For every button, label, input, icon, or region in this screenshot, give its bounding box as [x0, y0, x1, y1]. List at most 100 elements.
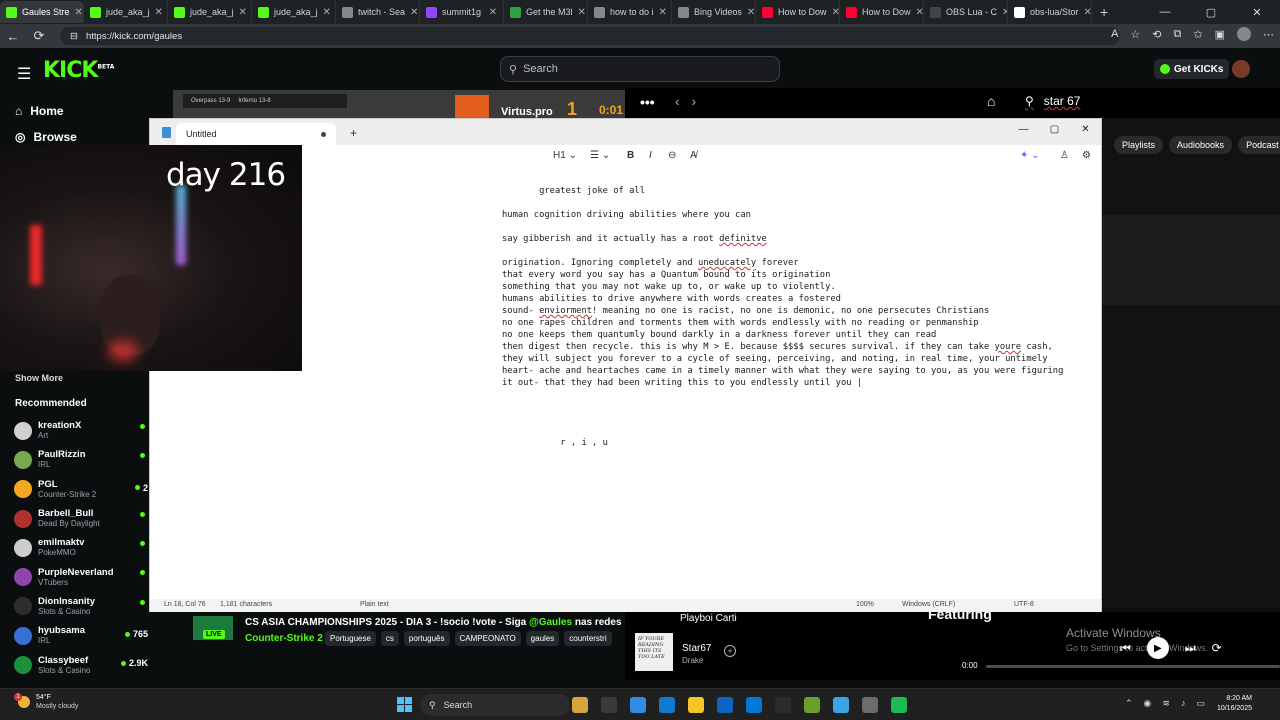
- taskbar-search[interactable]: ⚲ Search: [420, 694, 570, 716]
- play-button[interactable]: ▶: [1146, 637, 1169, 659]
- tray-app-icon[interactable]: ◉: [1144, 698, 1152, 709]
- recommended-channel[interactable]: Barbell_Bull Dead By Daylight: [14, 504, 150, 533]
- read-aloud-icon[interactable]: A: [1111, 28, 1118, 40]
- user-avatar[interactable]: [1232, 60, 1250, 78]
- previous-icon[interactable]: ⏮: [1120, 641, 1131, 656]
- profile-avatar[interactable]: [1237, 27, 1251, 41]
- recommended-channel[interactable]: emilmaktv PokeMMO: [14, 533, 150, 562]
- volume-icon[interactable]: ♪: [1181, 698, 1186, 709]
- track-artist[interactable]: Drake: [682, 656, 703, 665]
- site-info-icon[interactable]: ⊟: [70, 31, 78, 42]
- browser-tab[interactable]: Bing Videos ✕: [672, 1, 756, 23]
- hamburger-menu-icon[interactable]: ☰: [17, 64, 31, 84]
- stream-tag[interactable]: português: [403, 631, 450, 646]
- maximize-button[interactable]: ▢: [1188, 0, 1234, 24]
- browser-tab[interactable]: obs-lua/Stor ✕: [1008, 1, 1092, 23]
- kick-search-input[interactable]: ⚲ Search: [500, 56, 780, 82]
- more-menu-icon[interactable]: ⋯: [1263, 28, 1274, 41]
- browser-tab[interactable]: jude_aka_j ✕: [252, 1, 336, 23]
- italic-icon[interactable]: I: [649, 150, 652, 161]
- account-icon[interactable]: ♙: [1060, 150, 1069, 161]
- misspelled-word[interactable]: youre: [995, 342, 1021, 352]
- clear-format-icon[interactable]: A̸: [690, 150, 697, 161]
- browser-tab[interactable]: summit1g ✕: [420, 1, 504, 23]
- link-icon[interactable]: ⊖: [668, 150, 676, 161]
- taskbar-app-icon[interactable]: [746, 697, 762, 713]
- favorite-star-icon[interactable]: ☆: [1130, 28, 1140, 41]
- misspelled-word[interactable]: uneducately: [698, 258, 756, 268]
- sidebar-item-home[interactable]: ⌂ Home: [15, 104, 64, 118]
- reload-button[interactable]: ⟳: [26, 28, 52, 44]
- taskbar-app-icon[interactable]: [601, 697, 617, 713]
- minimize-button[interactable]: —: [1142, 0, 1188, 24]
- taskbar-app-icon[interactable]: [891, 697, 907, 713]
- recommended-channel[interactable]: hyubsama IRL 765: [14, 621, 150, 650]
- spotify-home-icon[interactable]: ⌂: [987, 93, 995, 109]
- browser-tab[interactable]: How to Dow ✕: [756, 1, 840, 23]
- tab-close-icon[interactable]: ✕: [489, 7, 497, 18]
- notepad-text-area[interactable]: greatest joke of all human cognition driv…: [502, 185, 1092, 585]
- tab-close-icon[interactable]: ✕: [747, 7, 755, 18]
- spotify-filter-chip[interactable]: Audiobooks: [1169, 136, 1233, 154]
- browser-tab[interactable]: jude_aka_j ✕: [84, 1, 168, 23]
- stream-category-link[interactable]: Counter-Strike 2: [245, 633, 323, 644]
- browser-tab[interactable]: twitch - Sea ✕: [336, 1, 420, 23]
- tab-close-icon[interactable]: ✕: [75, 7, 83, 18]
- favorites-icon[interactable]: ✩: [1193, 28, 1202, 41]
- stream-tag[interactable]: cs: [380, 631, 399, 646]
- bold-icon[interactable]: B: [627, 150, 634, 161]
- tab-close-icon[interactable]: ✕: [916, 7, 923, 18]
- notepad-close-button[interactable]: ✕: [1070, 119, 1101, 139]
- taskbar-app-icon[interactable]: [862, 697, 878, 713]
- heading-dropdown[interactable]: H1 ⌄: [553, 150, 577, 161]
- show-more-link[interactable]: Show More: [15, 373, 63, 383]
- more-options-icon[interactable]: •••: [640, 94, 655, 110]
- playback-progress[interactable]: [986, 665, 1280, 668]
- taskbar-clock[interactable]: 8:20 AM 10/16/2025: [1208, 694, 1252, 714]
- taskbar-app-icon[interactable]: [804, 697, 820, 713]
- notepad-minimize-button[interactable]: —: [1008, 119, 1039, 139]
- stream-tag[interactable]: CAMPEONATO: [454, 631, 521, 646]
- sidebar-item-browse[interactable]: ◎ Browse: [15, 130, 77, 144]
- recommended-channel[interactable]: PurpleNeverland VTubers: [14, 562, 150, 591]
- url-field[interactable]: ⊟ https://kick.com/gaules: [60, 27, 1120, 45]
- tab-close-icon[interactable]: ✕: [323, 7, 331, 18]
- collections-icon[interactable]: ▣: [1215, 28, 1225, 41]
- encoding[interactable]: UTF-8: [1014, 601, 1034, 608]
- back-button[interactable]: ←: [0, 29, 26, 44]
- tab-close-icon[interactable]: ✕: [832, 7, 839, 18]
- spotify-filter-chip[interactable]: Podcast: [1238, 136, 1280, 154]
- misspelled-word[interactable]: definitve: [719, 234, 767, 244]
- spotify-search-field[interactable]: ⚲ star 67: [1025, 94, 1080, 108]
- new-tab-icon[interactable]: +: [350, 126, 357, 140]
- recommended-channel[interactable]: PaulRizzin IRL: [14, 445, 150, 474]
- notepad-tab[interactable]: Untitled: [176, 123, 336, 145]
- back-forward-icon[interactable]: ‹ ›: [675, 93, 696, 109]
- recommended-channel[interactable]: Classybeef Slots & Casino 2.9K: [14, 650, 150, 679]
- taskbar-app-icon[interactable]: [688, 697, 704, 713]
- refresh-page-icon[interactable]: ⟲: [1152, 28, 1161, 41]
- extensions-icon[interactable]: ⧉: [1174, 28, 1182, 41]
- browser-tab[interactable]: How to Dow ✕: [840, 1, 924, 23]
- tab-close-icon[interactable]: ✕: [659, 7, 667, 18]
- stream-tag[interactable]: gaules: [525, 631, 560, 646]
- stream-tag[interactable]: Portuguese: [325, 631, 376, 646]
- browser-tab[interactable]: Get the M3l ✕: [504, 1, 588, 23]
- new-tab-button[interactable]: +: [1092, 4, 1116, 20]
- tab-close-icon[interactable]: ✕: [1084, 7, 1091, 18]
- album-art[interactable]: IF YOURE READING THIS ITS TOO LATE: [635, 633, 673, 671]
- spotify-result-card[interactable]: [1102, 215, 1280, 305]
- browser-tab[interactable]: OBS Lua - C✕: [924, 1, 1008, 23]
- notepad-maximize-button[interactable]: ▢: [1039, 119, 1070, 139]
- tab-close-icon[interactable]: ✕: [155, 7, 163, 18]
- stream-tag[interactable]: counterstri: [564, 631, 612, 646]
- recommended-channel[interactable]: DionInsanity Slots & Casino: [14, 592, 150, 621]
- taskbar-app-icon[interactable]: [717, 697, 733, 713]
- taskbar-app-icon[interactable]: [775, 697, 791, 713]
- copilot-icon[interactable]: ✦ ⌄: [1020, 150, 1040, 161]
- close-button[interactable]: ✕: [1234, 0, 1280, 24]
- track-title[interactable]: Star67: [682, 643, 711, 654]
- line-ending[interactable]: Windows (CRLF): [902, 601, 955, 608]
- zoom-level[interactable]: 100%: [856, 601, 874, 608]
- tray-overflow-icon[interactable]: ⌃: [1125, 698, 1133, 709]
